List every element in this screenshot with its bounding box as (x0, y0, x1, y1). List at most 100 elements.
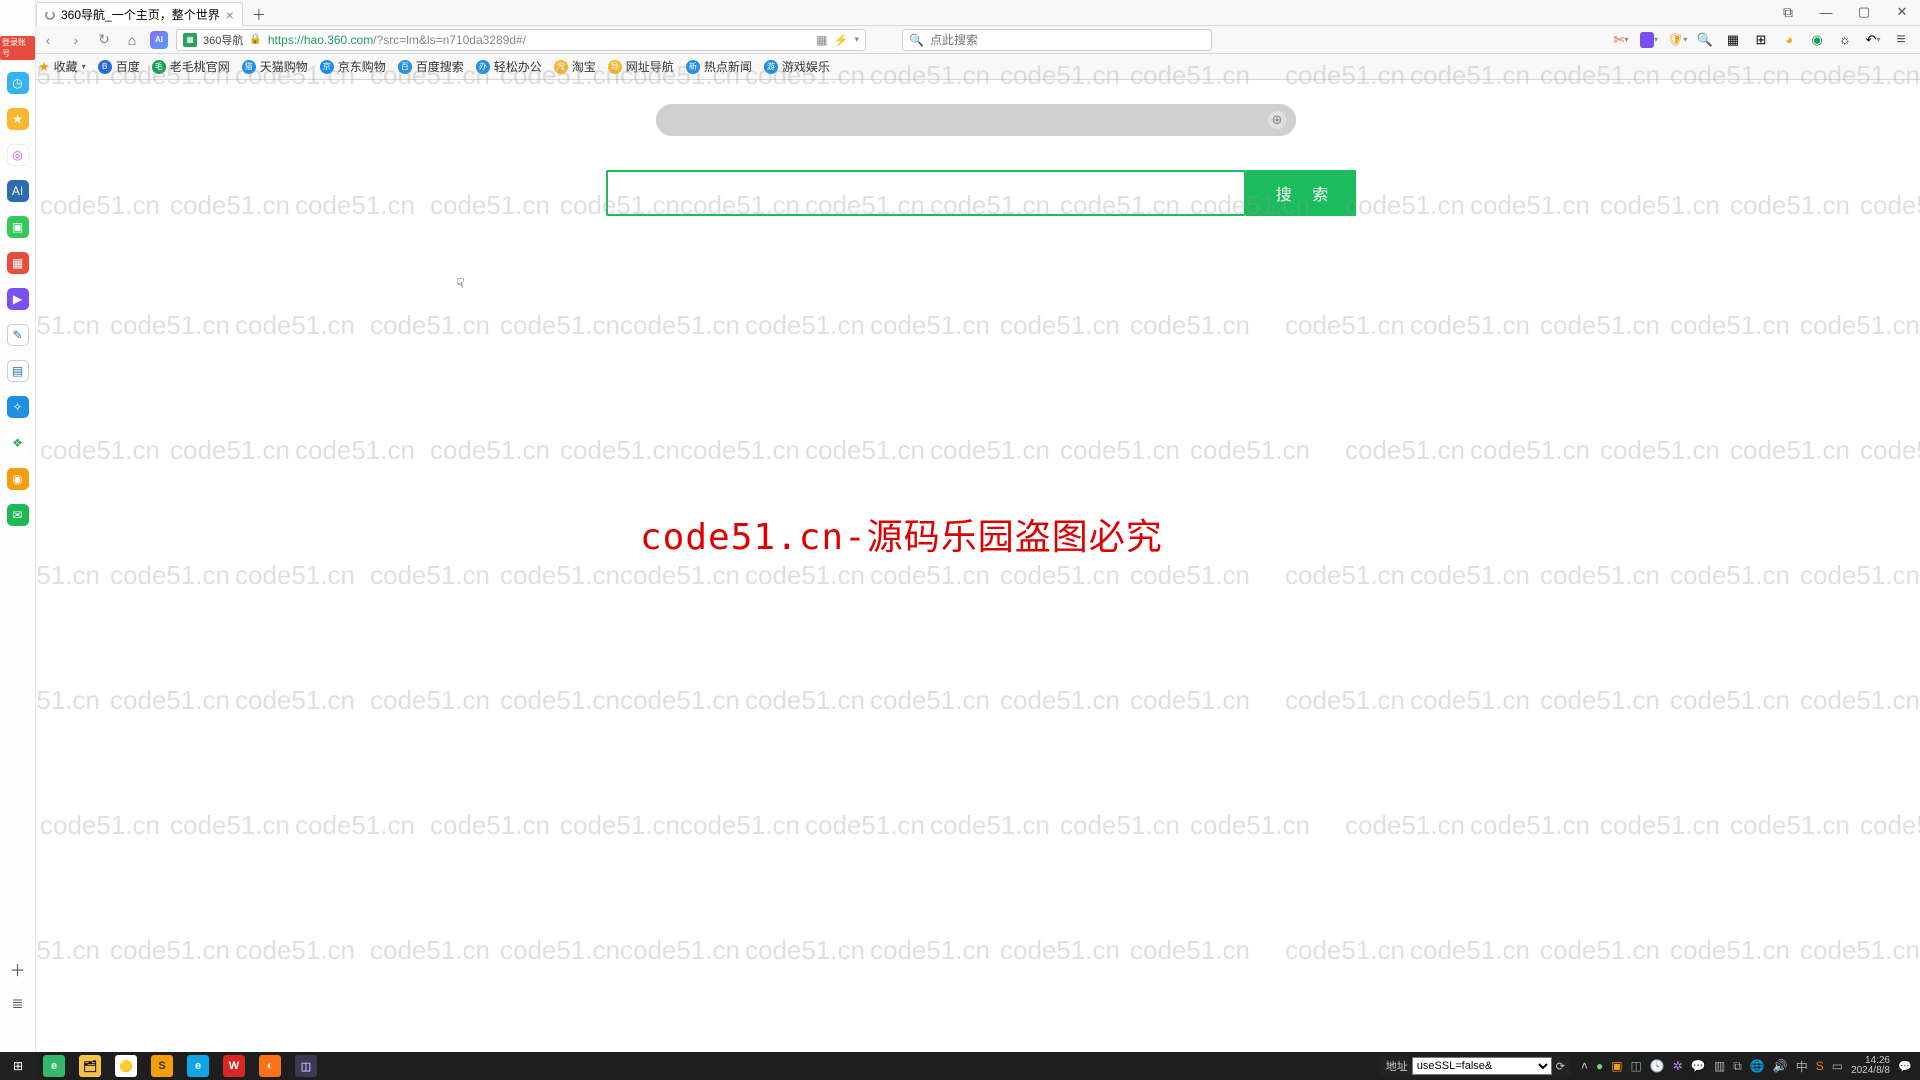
window-minimize-icon[interactable]: — (1808, 0, 1844, 25)
tray-wechat-icon[interactable]: 💬 (1691, 1059, 1706, 1073)
browser-left-sidebar: 登录账号 ◷ ★ ◎ AI ▣ ▦ ▶ ✎ ▤ ✧ ❖ ◉ ✉ ＋ ≣ (0, 0, 36, 1052)
task-app-chrome[interactable]: 🟡 (108, 1052, 144, 1080)
top-pill-bar[interactable]: ⊕ (656, 104, 1296, 136)
toolbar-grid-icon[interactable]: ▦ (1724, 31, 1742, 49)
bookmark-nav[interactable]: 导网址导航 (608, 58, 674, 75)
nav-forward-icon[interactable]: › (66, 30, 86, 50)
hamburger-menu-icon[interactable]: ≡ (1892, 31, 1910, 49)
main-search-input[interactable] (606, 170, 1246, 216)
main-search-button[interactable]: 搜 索 (1246, 170, 1356, 216)
tray-volume-icon[interactable]: 🔊 (1773, 1059, 1788, 1073)
sidebar-app-11[interactable]: ❖ (7, 432, 29, 454)
bookmark-games[interactable]: 游游戏娱乐 (764, 58, 830, 75)
toolbar-color1-icon[interactable]: ◕ (1780, 31, 1798, 49)
omnibox-search-input[interactable] (930, 33, 1205, 47)
tray-up-icon[interactable]: ˄ (1581, 1059, 1588, 1073)
tray-icon-5[interactable]: ✲ (1673, 1059, 1683, 1073)
lock-icon: 🔒 (249, 34, 261, 45)
tray-icon-8[interactable]: ⧉ (1733, 1059, 1742, 1074)
task-address-field[interactable]: 地址 useSSL=false& ⟳ (1380, 1056, 1571, 1076)
sidebar-app-8[interactable]: ✎ (7, 324, 29, 346)
tray-icon-3[interactable]: ◫ (1631, 1059, 1642, 1073)
nav-ai-icon[interactable]: AI (150, 31, 168, 49)
task-app-sublime[interactable]: S (144, 1052, 180, 1080)
sidebar-app-7[interactable]: ▶ (7, 288, 29, 310)
sidebar-app-10[interactable]: ✧ (7, 396, 29, 418)
addr-qr-icon[interactable]: ▦ (816, 33, 827, 47)
task-app-wps[interactable]: W (216, 1052, 252, 1080)
pill-add-icon[interactable]: ⊕ (1268, 111, 1286, 129)
tab-strip: 360导航_一个主页，整个世界 × ＋ ⧉ — ▢ ✕ (0, 0, 1920, 26)
site-icon: ▦ (183, 33, 197, 47)
task-app-browser[interactable]: e (36, 1052, 72, 1080)
new-tab-button[interactable]: ＋ (247, 5, 271, 25)
sidebar-app-3[interactable]: ◎ (7, 144, 29, 166)
bookmark-laomaotao[interactable]: 毛老毛桃官网 (152, 58, 230, 75)
nav-back-icon[interactable]: ‹ (38, 30, 58, 50)
sidebar-add-icon[interactable]: ＋ (9, 957, 25, 981)
addr-dropdown-icon[interactable]: ▾ (854, 34, 859, 45)
sidebar-apps: ◷ ★ ◎ AI ▣ ▦ ▶ ✎ ▤ ✧ ❖ ◉ ✉ (7, 72, 29, 526)
tray-icon-2[interactable]: ▣ (1611, 1059, 1622, 1073)
tray-battery-icon[interactable]: ▭ (1832, 1059, 1843, 1073)
bookmark-office[interactable]: 办轻松办公 (476, 58, 542, 75)
sidebar-list-icon[interactable]: ≣ (12, 995, 24, 1012)
task-app-explorer[interactable]: 🗂 (72, 1052, 108, 1080)
sidebar-app-4[interactable]: AI (7, 180, 29, 202)
sidebar-app-13[interactable]: ✉ (7, 504, 29, 526)
tray-network-icon[interactable]: 🌐 (1750, 1059, 1765, 1073)
window-maximize-icon[interactable]: ▢ (1846, 0, 1882, 25)
window-tabs-icon[interactable]: ⧉ (1770, 0, 1806, 25)
toolbar-purple-icon[interactable]: ▾ (1640, 31, 1658, 49)
nav-home-icon[interactable]: ⌂ (122, 30, 142, 50)
tray-icon-4[interactable]: 🕓 (1650, 1059, 1665, 1073)
sidebar-app-9[interactable]: ▤ (7, 360, 29, 382)
bookmark-news[interactable]: 新热点新闻 (686, 58, 752, 75)
address-field[interactable]: ▦ 360导航 🔒 https://hao.360.com/?src=lm&ls… (176, 29, 866, 51)
bookmark-baidu-search[interactable]: 百百度搜索 (398, 58, 464, 75)
tray-ime-icon[interactable]: 中 (1796, 1058, 1808, 1075)
toolbar-undo-icon[interactable]: ↶▾ (1864, 31, 1882, 49)
favorites-button[interactable]: ★ 收藏 ▾ (38, 58, 86, 75)
tray-icon-12[interactable]: S (1816, 1059, 1824, 1073)
omnibox-search[interactable]: 🔍 (902, 29, 1212, 51)
shield-icon[interactable]: 🛡▾ (1668, 31, 1686, 49)
tray-notifications-icon[interactable]: 💬 (1896, 1060, 1914, 1073)
bookmark-tmall[interactable]: 猫天猫购物 (242, 58, 308, 75)
toolbar-extensions-icon[interactable]: ⊞ (1752, 31, 1770, 49)
browser-tab[interactable]: 360导航_一个主页，整个世界 × (36, 2, 243, 26)
addr-speed-icon[interactable]: ⚡ (834, 33, 849, 47)
favorites-dropdown-icon: ▾ (82, 62, 86, 71)
bookmarks-bar: ★ 收藏 ▾ B百度 毛老毛桃官网 猫天猫购物 京京东购物 百百度搜索 办轻松办… (0, 54, 1920, 80)
toolbar-sun-icon[interactable]: ☼ (1836, 31, 1854, 49)
tray-icon-1[interactable]: ● (1596, 1059, 1603, 1073)
bookmark-jd[interactable]: 京京东购物 (320, 58, 386, 75)
sidebar-app-2[interactable]: ★ (7, 108, 29, 130)
task-app-7[interactable]: ◐ (252, 1052, 288, 1080)
sidebar-app-6[interactable]: ▦ (7, 252, 29, 274)
screenshot-icon[interactable]: ✄▾ (1612, 31, 1630, 49)
toolbar-color2-icon[interactable]: ◉ (1808, 31, 1826, 49)
login-badge[interactable]: 登录账号 (0, 36, 35, 60)
task-app-edge[interactable]: e (180, 1052, 216, 1080)
sidebar-bottom: ＋ ≣ (9, 957, 25, 1012)
taskbar-clock[interactable]: 14:26 2024/8/8 (1851, 1056, 1890, 1077)
tab-title: 360导航_一个主页，整个世界 (61, 6, 220, 23)
clock-date: 2024/8/8 (1851, 1066, 1890, 1077)
window-close-icon[interactable]: ✕ (1884, 0, 1920, 25)
tray-icon-7[interactable]: ▥ (1714, 1059, 1725, 1073)
task-app-ide[interactable]: ◫ (288, 1052, 324, 1080)
tab-close-icon[interactable]: × (226, 7, 234, 23)
bookmark-baidu[interactable]: B百度 (98, 58, 140, 75)
search-icon: 🔍 (909, 33, 924, 47)
start-button[interactable]: ⊞ (0, 1052, 36, 1080)
bookmark-taobao[interactable]: 淘淘宝 (554, 58, 596, 75)
zoom-plus-icon[interactable]: 🔍 (1696, 31, 1714, 49)
task-addr-refresh-icon[interactable]: ⟳ (1556, 1060, 1565, 1073)
nav-reload-icon[interactable]: ↻ (94, 30, 114, 50)
sidebar-app-5[interactable]: ▣ (7, 216, 29, 238)
system-tray: ˄ ● ▣ ◫ 🕓 ✲ 💬 ▥ ⧉ 🌐 🔊 中 S ▭ (1581, 1058, 1843, 1075)
sidebar-app-1[interactable]: ◷ (7, 72, 29, 94)
task-addr-select[interactable]: useSSL=false& (1412, 1057, 1552, 1075)
sidebar-app-12[interactable]: ◉ (7, 468, 29, 490)
